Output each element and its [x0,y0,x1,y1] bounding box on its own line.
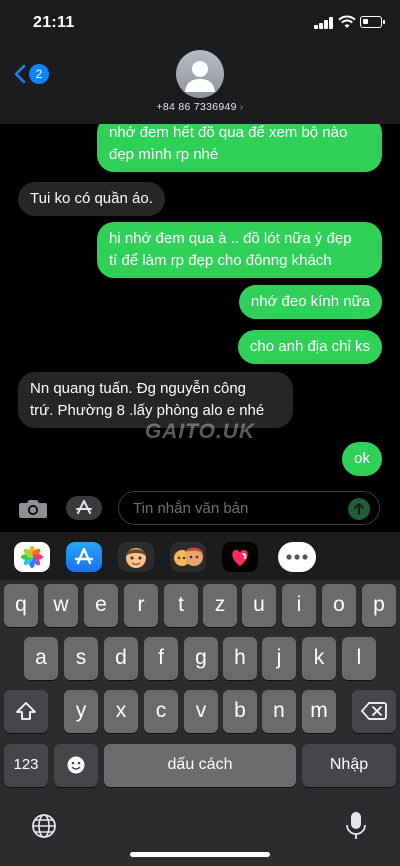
status-time: 21:11 [33,14,75,31]
conversation-header: 21:11 2 +84 86 7336949 › [0,0,400,124]
key-x[interactable]: x [104,690,138,733]
key-f[interactable]: f [144,637,178,680]
heart-icon [232,550,248,566]
emoji-icon [67,756,85,774]
appstore-glyph-icon [74,547,94,565]
unread-count-badge: 2 [29,64,49,84]
space-key[interactable]: dấu cách [104,744,296,787]
composer-bar [0,486,400,532]
battery-icon [360,16,385,28]
message-bubble-outgoing[interactable]: nhớ đeo kính nữa [238,285,382,319]
key-l[interactable]: l [342,637,376,680]
apps-button[interactable] [66,496,102,520]
photos-flower-icon [21,546,43,568]
key-q[interactable]: q [4,584,38,627]
key-s[interactable]: s [64,637,98,680]
person-icon [185,61,215,92]
key-y[interactable]: y [64,690,98,733]
microphone-icon [346,812,366,839]
message-bubble-incoming[interactable]: Tui ko có quần áo. [18,182,165,216]
dictation-button[interactable] [344,810,368,842]
key-j[interactable]: j [262,637,296,680]
back-button[interactable]: 2 [14,62,54,86]
send-button[interactable] [348,498,370,520]
digital-touch-app-icon[interactable] [222,542,258,572]
watermark: GAITO.UK [144,420,256,443]
arrow-up-icon [354,503,364,515]
key-r[interactable]: r [124,584,158,627]
shift-key[interactable] [4,690,48,733]
backspace-icon [361,702,387,720]
appstore-icon [76,500,92,514]
memoji-face-icon [126,548,146,568]
key-b[interactable]: b [223,690,257,733]
key-o[interactable]: o [322,584,356,627]
key-d[interactable]: d [104,637,138,680]
key-n[interactable]: n [262,690,296,733]
key-w[interactable]: w [44,584,78,627]
memoji-app-icon[interactable] [118,542,154,572]
contact-phone: +84 86 7336949 [156,101,237,113]
status-bar: 21:11 [0,0,400,44]
message-input[interactable] [118,491,380,525]
message-bubble-outgoing[interactable]: ok [342,442,382,476]
key-m[interactable]: m [302,690,336,733]
key-z[interactable]: z [203,584,237,627]
globe-button[interactable] [30,812,58,840]
key-c[interactable]: c [144,690,178,733]
camera-icon [19,500,47,518]
key-t[interactable]: t [164,584,198,627]
photos-app-icon[interactable] [14,542,50,572]
stickers-faces-icon [174,547,203,566]
wifi-icon [338,15,356,28]
key-p[interactable]: p [362,584,396,627]
emoji-key[interactable] [54,744,98,787]
numbers-key[interactable]: 123 [4,744,48,787]
contact-name[interactable]: +84 86 7336949 › [0,101,400,113]
key-e[interactable]: e [84,584,118,627]
home-indicator [130,852,270,857]
globe-icon [32,814,56,838]
key-a[interactable]: a [24,637,58,680]
delete-key[interactable] [352,690,396,733]
key-k[interactable]: k [302,637,336,680]
message-bubble-outgoing[interactable]: hi nhớ đem qua à .. đồ lót nữa ý đẹp tí … [97,222,382,278]
key-i[interactable]: i [282,584,316,627]
message-bubble-outgoing[interactable]: cho anh địa chỉ ks [237,330,382,364]
ellipsis-icon [286,554,308,560]
message-bubble-outgoing[interactable]: nhớ đem hết đồ qua để xem bộ nào đẹp mìn… [97,124,382,172]
key-v[interactable]: v [184,690,218,733]
chevron-left-icon [14,64,26,84]
memoji-stickers-app-icon[interactable] [170,542,206,572]
contact-avatar[interactable] [176,50,224,98]
key-h[interactable]: h [223,637,257,680]
key-u[interactable]: u [242,584,276,627]
battery-level [363,19,368,24]
more-apps-icon[interactable] [278,542,316,572]
return-key[interactable]: Nhập [302,744,396,787]
chevron-right-icon: › [239,101,244,113]
cellular-signal-icon [314,17,334,29]
keyboard: q w e r t z u i o p a s d f g h j k l y … [0,580,400,866]
shift-icon [16,702,36,720]
camera-button[interactable] [18,496,48,520]
app-drawer [0,532,400,580]
appstore-app-icon[interactable] [66,542,102,572]
key-g[interactable]: g [184,637,218,680]
